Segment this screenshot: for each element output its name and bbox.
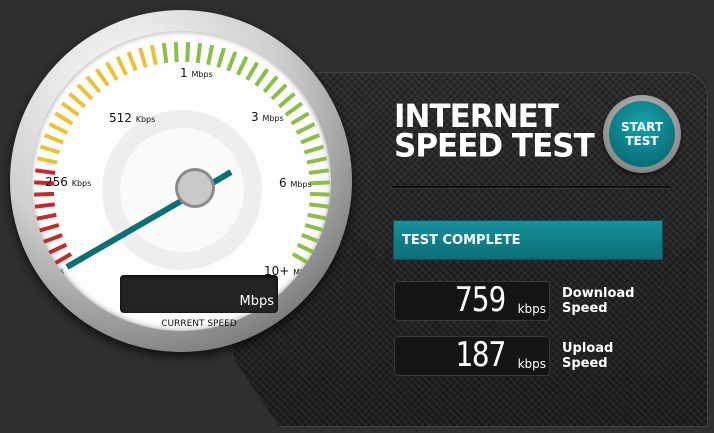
gauge-tick — [309, 191, 330, 197]
status-text: TEST COMPLETE — [402, 232, 521, 248]
current-speed-unit: Mbps — [239, 294, 275, 309]
label-256-kbps: 256 Kbps — [45, 175, 91, 189]
download-unit: kbps — [517, 302, 546, 316]
gauge-tick — [161, 42, 169, 64]
gauge-tick — [115, 55, 128, 76]
gauge-tick — [308, 202, 330, 209]
upload-label-line-1: Upload — [562, 341, 614, 356]
gauge-tick — [262, 75, 279, 94]
gauge-tick — [301, 233, 322, 244]
gauge-tick — [126, 51, 138, 72]
upload-value: 187 — [454, 335, 506, 375]
gauge-tick — [36, 212, 57, 221]
gauge-tick — [85, 75, 102, 94]
gauge-tick — [307, 212, 328, 221]
gauge-tick — [304, 223, 325, 233]
download-label-line-1: Download — [562, 286, 635, 301]
gauge-tick — [296, 242, 317, 256]
gauge-tick — [300, 133, 321, 145]
start-label-line-1: START — [620, 120, 664, 134]
start-test-button-face[interactable]: START TEST — [609, 101, 675, 167]
download-label: Download Speed — [562, 286, 652, 316]
gauge-tick — [54, 111, 74, 126]
gauge-tick — [236, 55, 249, 76]
gauge-tick — [291, 252, 312, 266]
gauge-tick — [245, 61, 260, 81]
label-1-mbps: 1 Mbps — [180, 66, 213, 80]
gauge-tick — [195, 42, 203, 64]
current-speed-display: Mbps — [120, 275, 278, 313]
label-6-mbps: 6 Mbps — [279, 176, 312, 190]
gauge-tick — [34, 202, 56, 209]
gauge-tick — [138, 47, 148, 68]
gauge-tick — [52, 252, 73, 266]
upload-readout: 187 kbps — [394, 335, 550, 376]
gauge-tick — [284, 101, 304, 117]
start-label-line-2: TEST — [625, 134, 659, 148]
gauge-tick — [290, 111, 310, 126]
gauge-tick — [43, 133, 64, 145]
gauge-tick — [76, 83, 94, 101]
current-speed-label: CURRENT SPEED — [161, 319, 237, 329]
gauge-tick — [303, 144, 325, 155]
upload-label-line-2: Speed — [562, 356, 608, 371]
gauge-tick — [216, 47, 226, 68]
gauge-tick — [206, 44, 215, 66]
gauge-tick — [254, 68, 270, 87]
gauge-tick — [42, 233, 63, 244]
title-line-2: SPEED TEST — [394, 127, 595, 165]
label-3-mbps: 3 Mbps — [251, 110, 284, 124]
gauge-tick — [306, 156, 328, 165]
gauge-tick — [104, 61, 119, 81]
gauge-tick — [173, 42, 179, 63]
gauge-tick — [185, 42, 191, 63]
start-test-button[interactable]: START TEST — [603, 95, 681, 173]
upload-label: Upload Speed — [562, 341, 652, 371]
gauge-tick — [47, 242, 68, 256]
label-512-kbps: 512 Kbps — [109, 111, 155, 125]
gauge-tick — [39, 223, 60, 233]
gauge-tick — [35, 168, 56, 175]
label-0-kbps: 0 Kbps — [33, 263, 64, 277]
gauge-tick — [295, 122, 316, 135]
gauge-tick — [36, 156, 58, 165]
download-label-line-2: Speed — [562, 301, 608, 316]
gauge-tick — [308, 168, 329, 175]
status-bar: TEST COMPLETE — [393, 220, 663, 260]
gauge-tick — [48, 122, 69, 135]
download-readout: 759 kbps — [394, 280, 550, 321]
upload-unit: kbps — [517, 357, 546, 371]
gauge-tick — [149, 44, 158, 66]
gauge-tick — [68, 92, 87, 109]
app-title: INTERNET SPEED TEST — [394, 101, 604, 165]
gauge-tick — [60, 101, 80, 117]
gauge-tick — [270, 83, 288, 101]
gauge-tick — [39, 144, 61, 155]
divider — [392, 186, 670, 189]
gauge-tick — [309, 180, 330, 186]
gauge-hub-cap — [178, 171, 212, 205]
gauge-tick — [226, 51, 238, 72]
download-value: 759 — [454, 280, 506, 320]
gauge-tick — [94, 68, 110, 87]
gauge-tick — [277, 92, 296, 109]
gauge-tick — [34, 191, 55, 197]
